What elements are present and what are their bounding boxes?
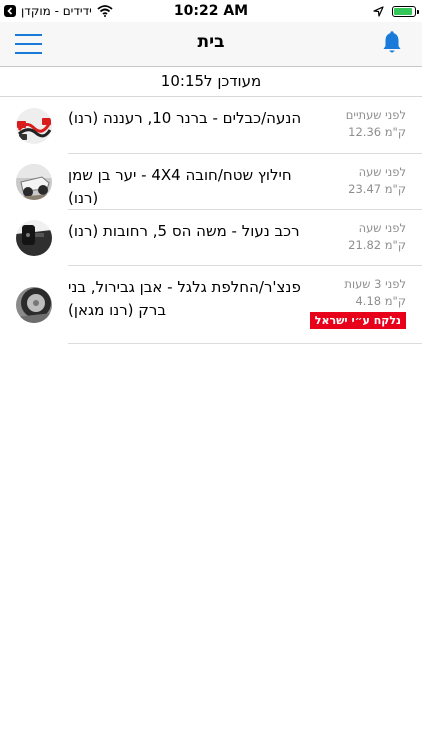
location-arrow-icon (373, 5, 384, 17)
clock: 10:22 AM (173, 3, 249, 19)
item-title: פנצ'ר/החלפת גלגל - אבן גבירול, בני ברק (… (68, 278, 301, 319)
item-meta: לפני שעתיים 12.36 ק"מ (316, 107, 406, 141)
item-distance: 12.36 ק"מ (348, 125, 406, 139)
battery-level (394, 7, 412, 15)
jumper-cables-icon (16, 108, 52, 144)
item-title: חילוץ שטח/חובה 4X4 - יער בן שמן (רנו) (68, 166, 292, 207)
item-meta: לפני שעה 21.82 ק"מ (316, 220, 406, 254)
list-item[interactable]: הנעה/כבלים - ברנר 10, רעננה (רנו) לפני ש… (0, 97, 422, 154)
page-title: בית (197, 32, 225, 52)
item-title: רכב נעול - משה הס 5, רחובות (רנו) (68, 222, 300, 240)
taken-by-badge: נלקח ע״י ישראל (309, 312, 406, 329)
item-meta: לפני שעה 23.47 ק"מ (316, 164, 406, 198)
item-time: לפני שעה (358, 221, 406, 235)
list-item[interactable]: רכב נעול - משה הס 5, רחובות (רנו) לפני ש… (0, 210, 422, 266)
battery-icon (392, 5, 419, 17)
flat-tire-icon (16, 287, 52, 323)
bell-icon[interactable] (382, 31, 402, 55)
locked-car-icon (16, 220, 52, 256)
item-time: לפני 3 שעות (344, 277, 406, 291)
status-bar: ידידים - מוקדן 10:22 AM (0, 0, 422, 22)
off-road-rescue-icon (16, 164, 52, 200)
item-title: הנעה/כבלים - ברנר 10, רעננה (רנו) (68, 109, 302, 127)
status-icons (373, 3, 419, 19)
navigation-bar: בית (0, 22, 422, 67)
item-meta: לפני 3 שעות 4.18 ק"מ (316, 276, 406, 310)
call-list: הנעה/כבלים - ברנר 10, רעננה (רנו) לפני ש… (0, 97, 422, 344)
item-distance: 21.82 ק"מ (348, 238, 406, 252)
item-distance: 23.47 ק"מ (348, 182, 406, 196)
item-time: לפני שעתיים (345, 108, 406, 122)
last-updated-label: מעודכן ל10:15 (0, 67, 422, 97)
item-time: לפני שעה (358, 165, 406, 179)
list-item[interactable]: חילוץ שטח/חובה 4X4 - יער בן שמן (רנו) לפ… (0, 154, 422, 210)
item-distance: 4.18 ק"מ (355, 294, 406, 308)
list-item[interactable]: פנצ'ר/החלפת גלגל - אבן גבירול, בני ברק (… (0, 266, 422, 344)
